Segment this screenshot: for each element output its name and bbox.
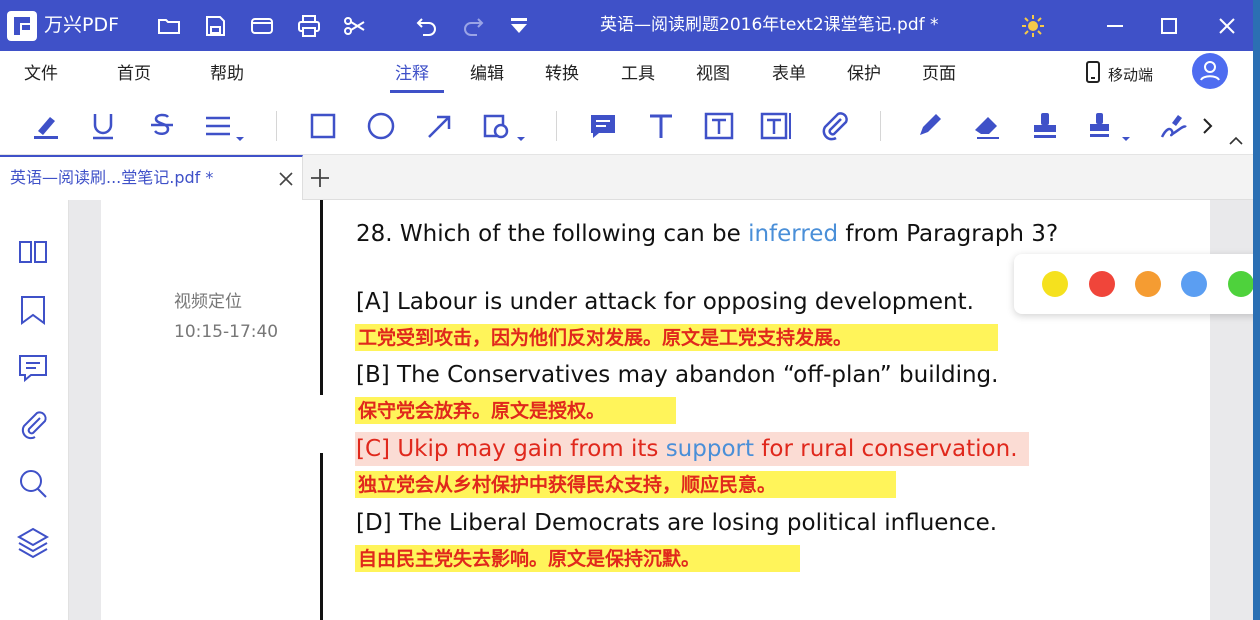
menu-edit[interactable]: 编辑 — [470, 63, 504, 85]
redo-icon[interactable] — [460, 13, 486, 39]
margin-note-line2: 10:15-17:40 — [174, 322, 279, 342]
left-sidebar — [0, 200, 69, 620]
title-bar: 万兴PDF 英语—阅读刷题2016年text2课堂笔记.pdf * — [0, 0, 1260, 51]
menu-view[interactable]: 视图 — [696, 63, 730, 85]
option-d: [D] The Liberal Democrats are losing pol… — [356, 510, 998, 536]
chevron-up-icon[interactable] — [1226, 133, 1246, 149]
text-callout-icon[interactable] — [758, 109, 794, 143]
toolbar-divider — [880, 111, 881, 141]
quick-access-dropdown-icon[interactable] — [506, 13, 532, 39]
attachment-icon[interactable] — [16, 409, 50, 443]
menu-bar: 文件 首页 帮助 注释 编辑 转换 工具 视图 表单 保护 页面 移动端 — [0, 51, 1260, 99]
mobile-doc-label: 移动端 — [1108, 65, 1154, 84]
active-menu-indicator — [390, 90, 444, 93]
option-b-note: 保守党会放弃。原文是授权。 — [358, 400, 606, 422]
theme-sun-icon[interactable] — [1020, 13, 1046, 39]
question-stem-text: 28. Which of the following can be — [356, 221, 749, 247]
ellipse-icon[interactable] — [363, 109, 399, 143]
document-title: 英语—阅读刷题2016年text2课堂笔记.pdf * — [600, 15, 939, 35]
menu-annotate[interactable]: 注释 — [395, 63, 429, 85]
shape-menu-icon[interactable] — [480, 109, 525, 143]
toolbar-divider — [556, 111, 557, 141]
strikethrough-icon[interactable] — [144, 109, 180, 143]
color-swatch-orange[interactable] — [1135, 271, 1161, 297]
maximize-icon[interactable] — [1156, 13, 1182, 39]
phone-icon — [1086, 61, 1100, 87]
option-a: [A] Labour is under attack for opposing … — [356, 289, 974, 315]
option-c: [C] Ukip may gain from its support for r… — [356, 433, 1018, 465]
menu-home[interactable]: 首页 — [117, 63, 151, 85]
margin-note: 视频定位 10:15-17:40 — [174, 287, 278, 347]
menu-help[interactable]: 帮助 — [210, 63, 244, 85]
signature-icon[interactable] — [1156, 109, 1192, 143]
menu-convert[interactable]: 转换 — [545, 63, 579, 85]
question-keyword: inferred — [748, 221, 839, 247]
undo-icon[interactable] — [414, 13, 440, 39]
color-swatch-red[interactable] — [1089, 271, 1115, 297]
stamp-menu-icon[interactable] — [1085, 109, 1130, 143]
margin-note-line1: 视频定位 — [174, 292, 242, 312]
text-icon[interactable] — [643, 109, 679, 143]
underline-icon[interactable] — [85, 109, 121, 143]
option-d-note: 自由民主党失去影响。原文是保持沉默。 — [358, 548, 701, 570]
save-icon[interactable] — [202, 13, 228, 39]
search-icon[interactable] — [16, 467, 50, 501]
eraser-icon[interactable] — [969, 109, 1005, 143]
minimize-icon[interactable] — [1102, 13, 1128, 39]
mail-icon[interactable] — [249, 13, 275, 39]
margin-rule — [320, 200, 323, 395]
bookmark-icon[interactable] — [16, 293, 50, 327]
document-tab[interactable]: 英语—阅读刷...堂笔记.pdf * — [0, 155, 303, 200]
annotation-toolbar — [0, 99, 1260, 155]
arrow-icon[interactable] — [421, 109, 457, 143]
window-edge — [1253, 0, 1260, 620]
mobile-doc-button[interactable]: 移动端 — [1086, 61, 1153, 87]
option-c-text: [C] Ukip may gain from its — [356, 436, 666, 462]
option-a-note: 工党受到攻击，因为他们反对发展。原文是工党支持发展。 — [358, 327, 853, 349]
menu-tools[interactable]: 工具 — [621, 63, 655, 85]
color-swatch-yellow[interactable] — [1042, 271, 1068, 297]
option-c-note: 独立党会从乡村保护中获得民众支持，顺应民意。 — [358, 474, 777, 496]
document-tab-label: 英语—阅读刷...堂笔记.pdf * — [10, 168, 214, 187]
stamp-icon[interactable] — [1027, 109, 1063, 143]
print-icon[interactable] — [296, 13, 322, 39]
menu-form[interactable]: 表单 — [772, 63, 806, 85]
thumbnails-icon[interactable] — [16, 235, 50, 269]
document-tab-bar: 英语—阅读刷...堂笔记.pdf * — [0, 155, 1260, 200]
close-icon[interactable] — [1214, 13, 1240, 39]
add-tab-icon[interactable] — [308, 166, 332, 190]
question-stem: 28. Which of the following can be inferr… — [356, 218, 1058, 250]
app-logo — [7, 11, 37, 41]
option-c-keyword: support — [665, 436, 755, 462]
option-b: [B] The Conservatives may abandon “off-p… — [356, 362, 999, 388]
app-name: 万兴PDF — [44, 14, 120, 36]
color-swatch-blue[interactable] — [1181, 271, 1207, 297]
menu-protect[interactable]: 保护 — [847, 63, 881, 85]
menu-page[interactable]: 页面 — [922, 63, 956, 85]
highlight-color-palette — [1014, 254, 1260, 314]
sticky-note-icon[interactable] — [585, 109, 621, 143]
layers-icon[interactable] — [16, 525, 50, 559]
option-c-text: for rural conservation. — [754, 436, 1018, 462]
rectangle-icon[interactable] — [305, 109, 341, 143]
scissors-icon[interactable] — [342, 13, 368, 39]
open-folder-icon[interactable] — [156, 13, 182, 39]
text-box-icon[interactable] — [701, 109, 737, 143]
toolbar-divider — [276, 111, 277, 141]
pencil-icon[interactable] — [911, 109, 947, 143]
margin-rule — [320, 453, 323, 620]
question-stem-text: from Paragraph 3? — [838, 221, 1059, 247]
color-swatch-green[interactable] — [1228, 271, 1254, 297]
user-avatar[interactable] — [1192, 53, 1228, 89]
comment-icon[interactable] — [16, 351, 50, 385]
line-menu-icon[interactable] — [203, 109, 244, 143]
attachment-icon[interactable] — [817, 109, 853, 143]
highlight-pen-icon[interactable] — [28, 109, 64, 143]
tab-close-icon[interactable] — [276, 169, 296, 189]
menu-file[interactable]: 文件 — [24, 63, 58, 85]
